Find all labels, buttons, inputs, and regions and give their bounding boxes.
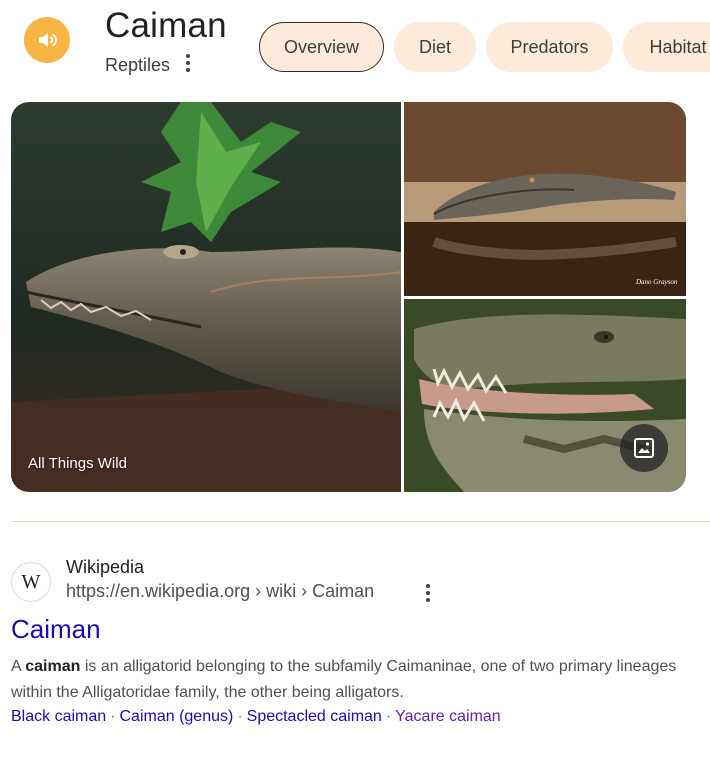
image-top-right[interactable]: Dano Grayson [404, 102, 686, 296]
image-main[interactable]: All Things Wild [11, 102, 401, 492]
wikipedia-favicon[interactable]: W [11, 562, 51, 602]
image-bottom-right[interactable] [404, 299, 686, 492]
caiman-photo-main [11, 102, 401, 492]
tab-diet[interactable]: Diet [394, 22, 476, 72]
image-source-label: All Things Wild [28, 455, 127, 472]
page-title: Caiman [105, 6, 227, 45]
image-search-icon [634, 438, 654, 458]
result-site-name[interactable]: Wikipedia [66, 557, 144, 578]
page-subtitle: Reptiles [105, 55, 171, 75]
divider [11, 521, 710, 522]
sublink-black-caiman[interactable]: Black caiman [11, 708, 106, 725]
result-snippet: A caiman is an alligatorid belonging to … [11, 658, 677, 701]
tab-habitat[interactable]: Habitat [623, 22, 710, 72]
result-url[interactable]: https://en.wikipedia.org › wiki › Caiman [66, 581, 374, 602]
topic-tabs: Overview Diet Predators Habitat [259, 22, 710, 72]
sublink-caiman-genus[interactable]: Caiman (genus) [119, 708, 233, 725]
result-sublinks: Black caiman · Caiman (genus) · Spectacled c… [11, 708, 501, 725]
more-options-button[interactable] [178, 52, 198, 74]
tab-overview[interactable]: Overview [259, 22, 384, 72]
more-vert-icon [186, 54, 190, 58]
image-search-button[interactable] [620, 424, 668, 472]
sublink-spectacled-caiman[interactable]: Spectacled caiman [247, 708, 382, 725]
result-title-link[interactable]: Caiman [11, 614, 101, 645]
watermark-text: Dano Grayson [635, 278, 678, 286]
tab-predators[interactable]: Predators [486, 22, 613, 72]
sublink-yacare-caiman[interactable]: Yacare caiman [395, 708, 501, 725]
speaker-icon [39, 33, 57, 47]
more-vert-icon [426, 584, 430, 588]
result-more-button[interactable] [419, 583, 437, 603]
speaker-button[interactable] [24, 17, 70, 63]
caiman-photo-bank: Dano Grayson [404, 102, 686, 296]
